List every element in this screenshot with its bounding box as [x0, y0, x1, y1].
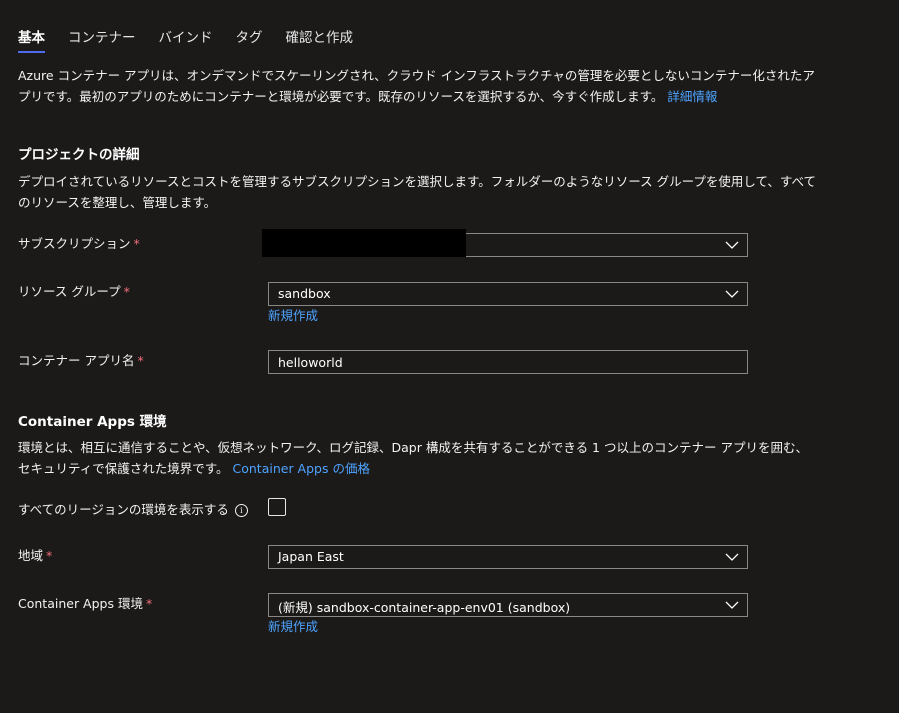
app-name-input[interactable] [269, 351, 747, 373]
learn-more-link[interactable]: 詳細情報 [667, 89, 717, 104]
tab-bindings[interactable]: バインド [159, 26, 213, 54]
app-name-field [268, 350, 748, 374]
required-marker: * [46, 548, 53, 563]
chevron-down-icon [725, 290, 739, 298]
region-value: Japan East [278, 549, 344, 564]
resource-group-dropdown[interactable]: sandbox [268, 282, 748, 306]
subscription-label: サブスクリプション * [18, 236, 140, 251]
env-create-new-link[interactable]: 新規作成 [268, 616, 318, 635]
required-marker: * [137, 353, 144, 368]
tab-review-create[interactable]: 確認と作成 [286, 26, 354, 54]
region-label: 地域 * [18, 548, 53, 563]
project-details-heading: プロジェクトの詳細 [18, 147, 140, 163]
environment-description-block: 環境とは、相互に通信することや、仮想ネットワーク、ログ記録、Dapr 構成を共有… [18, 437, 818, 479]
show-all-regions-label: すべてのリージョンの環境を表示する i [18, 499, 248, 518]
app-name-label: コンテナー アプリ名 * [18, 353, 144, 368]
tab-container[interactable]: コンテナー [68, 26, 136, 54]
tab-bar: 基本 コンテナー バインド タグ 確認と作成 [18, 26, 376, 56]
required-marker: * [133, 236, 140, 251]
region-dropdown[interactable]: Japan East [268, 545, 748, 569]
container-apps-env-value: (新規) sandbox-container-app-env01 (sandbo… [278, 600, 571, 615]
environment-description: 環境とは、相互に通信することや、仮想ネットワーク、ログ記録、Dapr 構成を共有… [18, 440, 808, 476]
project-details-description: デプロイされているリソースとコストを管理するサブスクリプションを選択します。フォ… [18, 174, 816, 210]
chevron-down-icon [725, 241, 739, 249]
resource-group-value: sandbox [278, 286, 331, 301]
chevron-down-icon [725, 553, 739, 561]
resource-group-label: リソース グループ * [18, 284, 130, 299]
environment-heading: Container Apps 環境 [18, 414, 167, 430]
required-marker: * [145, 596, 153, 611]
tab-tags[interactable]: タグ [236, 26, 263, 54]
resource-group-create-new-link[interactable]: 新規作成 [268, 305, 318, 324]
pricing-link[interactable]: Container Apps の価格 [233, 461, 370, 476]
intro-text: Azure コンテナー アプリは、オンデマンドでスケーリングされ、クラウド イン… [18, 65, 818, 107]
required-marker: * [123, 284, 130, 299]
container-apps-env-dropdown[interactable]: (新規) sandbox-container-app-env01 (sandbo… [268, 593, 748, 617]
container-apps-env-label: Container Apps 環境 * [18, 596, 153, 611]
info-icon[interactable]: i [234, 504, 248, 517]
redacted-subscription [262, 229, 466, 257]
tab-basics[interactable]: 基本 [18, 26, 45, 53]
chevron-down-icon [725, 601, 739, 609]
show-all-regions-checkbox[interactable] [268, 498, 286, 516]
